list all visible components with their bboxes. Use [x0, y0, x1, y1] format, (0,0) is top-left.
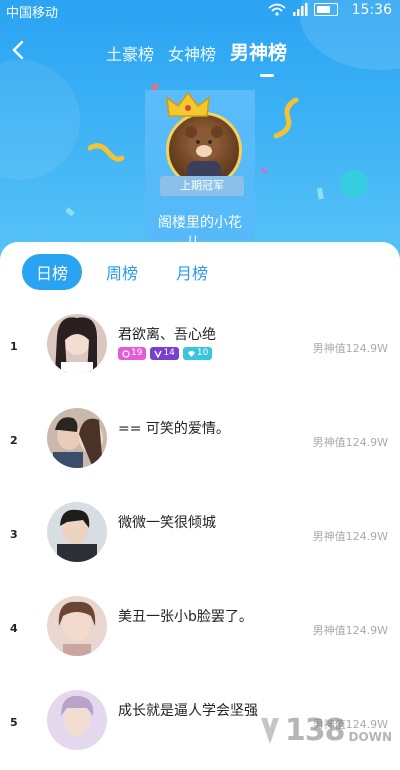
avatar[interactable]	[47, 690, 107, 750]
rank-number: 4	[10, 622, 18, 635]
user-name: 微微一笑很倾城	[118, 515, 216, 531]
list-item[interactable]: 2 == 可笑的爱情。 男神值124.9W	[0, 394, 400, 488]
v-icon	[154, 350, 163, 358]
tab-monthly[interactable]: 月榜	[162, 254, 222, 290]
diamond-badge: 10	[182, 347, 213, 360]
male-god-score: 男神值124.9W	[312, 342, 388, 355]
heart-icon	[122, 349, 130, 358]
battery-icon	[314, 3, 338, 16]
avatar[interactable]	[47, 314, 107, 374]
male-god-score: 男神值124.9W	[312, 436, 388, 449]
back-button[interactable]	[8, 36, 28, 64]
last-champion-ribbon: 上期冠军	[160, 176, 244, 196]
signal-icon	[293, 3, 308, 16]
badge-value: 10	[196, 348, 209, 358]
diamond-icon	[187, 350, 195, 357]
crown-icon	[166, 91, 210, 117]
watermark-logo-icon	[260, 717, 279, 744]
bear-avatar-icon	[185, 126, 223, 185]
carrier-label: 中国移动	[6, 6, 59, 21]
tab-tycoon[interactable]: 土豪榜	[106, 41, 154, 65]
badge-value: 19	[131, 348, 143, 358]
avatar[interactable]	[47, 408, 107, 468]
tab-male-god[interactable]: 男神榜	[230, 38, 287, 65]
user-badges: 19 14 10	[118, 347, 213, 360]
wifi-icon	[268, 3, 286, 16]
list-item[interactable]: 4 美丑一张小b脸罢了。 男神值124.9W	[0, 582, 400, 676]
chevron-left-icon	[12, 40, 24, 60]
site-watermark: 138 DOWN	[259, 713, 392, 748]
user-name: 君欲离、吾心绝	[118, 327, 216, 343]
decor-bubble	[0, 60, 80, 180]
ranking-type-tabs: 土豪榜 女神榜 男神榜	[106, 38, 287, 65]
clock: 15:36	[351, 2, 392, 18]
rank-number: 1	[10, 340, 18, 353]
decor-bubble	[340, 170, 368, 198]
rank-number: 5	[10, 716, 18, 729]
confetti-icon	[88, 143, 124, 162]
watermark-suffix: DOWN	[348, 729, 392, 744]
male-god-score: 男神值124.9W	[312, 624, 388, 637]
list-item[interactable]: 3 微微一笑很倾城 男神值124.9W	[0, 488, 400, 582]
vip-badge: 14	[150, 347, 179, 360]
confetti-icon	[317, 187, 324, 200]
badge-value: 14	[163, 348, 175, 358]
rank-number: 2	[10, 434, 18, 447]
period-tabs: 日榜 周榜 月榜	[22, 254, 222, 290]
confetti-icon	[260, 167, 269, 175]
user-name: == 可笑的爱情。	[118, 421, 230, 437]
male-god-score: 男神值124.9W	[312, 530, 388, 543]
user-name: 成长就是逼人学会坚强	[118, 703, 258, 719]
list-item[interactable]: 1 君欲离、吾心绝 19 14 10 男神值124.9W	[0, 300, 400, 394]
avatar[interactable]	[47, 596, 107, 656]
level-badge: 19	[118, 347, 147, 360]
watermark-number: 138	[284, 713, 346, 748]
tab-goddess[interactable]: 女神榜	[168, 41, 216, 65]
tab-weekly[interactable]: 周榜	[92, 254, 152, 290]
active-tab-indicator	[260, 74, 274, 77]
user-name: 美丑一张小b脸罢了。	[118, 609, 253, 625]
status-bar: 中国移动 15:36	[0, 0, 400, 22]
avatar[interactable]	[47, 502, 107, 562]
rank-number: 3	[10, 528, 18, 541]
tab-daily[interactable]: 日榜	[22, 254, 83, 290]
confetti-icon	[273, 97, 299, 139]
confetti-icon	[65, 207, 75, 217]
